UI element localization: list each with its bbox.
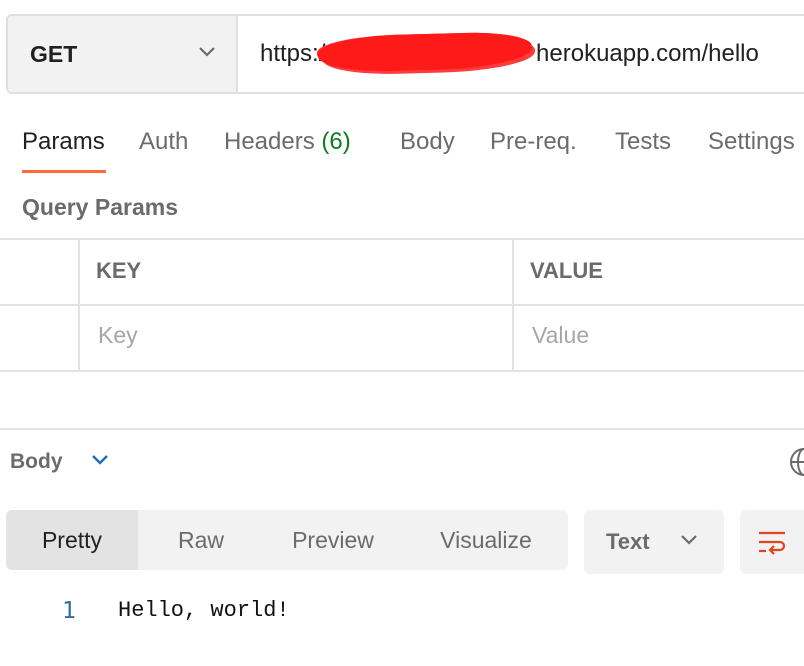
tab-body[interactable]: Body [400, 128, 455, 156]
view-pretty[interactable]: Pretty [6, 510, 138, 570]
tab-pre-request[interactable]: Pre-req. [490, 128, 577, 156]
response-body-label[interactable]: Body [10, 450, 63, 474]
column-header-value: VALUE [530, 258, 603, 283]
redaction-scribble [317, 31, 533, 73]
tab-headers-label: Headers [224, 128, 315, 155]
wrap-lines-icon [756, 526, 788, 563]
tab-headers[interactable]: Headers (6) [224, 128, 351, 156]
tab-auth[interactable]: Auth [139, 128, 188, 156]
chevron-down-icon [198, 45, 216, 63]
wrap-lines-button[interactable] [740, 510, 804, 574]
table-divider-key [78, 238, 80, 372]
url-input[interactable]: https://herokuapp.com/hello [238, 16, 804, 92]
line-number: 1 [62, 598, 76, 624]
response-code-line: Hello, world! [118, 598, 290, 623]
url-text: https://herokuapp.com/hello [260, 31, 759, 73]
view-raw[interactable]: Raw [146, 510, 256, 570]
active-tab-underline [22, 170, 106, 173]
table-border-middle [0, 304, 804, 306]
format-label: Text [606, 529, 650, 554]
value-input[interactable]: Value [532, 322, 589, 349]
key-input[interactable]: Key [98, 322, 138, 349]
table-border-top [0, 238, 804, 240]
globe-icon[interactable] [788, 446, 804, 483]
request-bar: GET https://herokuapp.com/hello [6, 14, 804, 94]
headers-count: (6) [321, 128, 351, 155]
response-divider [0, 428, 804, 430]
table-divider-value [512, 238, 514, 372]
response-view-tabs: Pretty Raw Preview Visualize [6, 510, 568, 570]
column-header-key: KEY [96, 258, 142, 283]
view-preview[interactable]: Preview [268, 510, 398, 570]
method-label: GET [30, 40, 78, 67]
method-select[interactable]: GET [8, 16, 238, 92]
url-suffix: herokuapp.com/hello [536, 40, 759, 67]
tab-params[interactable]: Params [22, 128, 105, 156]
view-visualize[interactable]: Visualize [418, 510, 554, 570]
query-params-title: Query Params [22, 194, 178, 220]
request-tabs: Params Auth Headers (6) Body Pre-req. Te… [0, 118, 804, 178]
chevron-down-icon[interactable] [90, 452, 110, 471]
chevron-down-icon [680, 533, 698, 551]
tab-settings[interactable]: Settings [708, 128, 795, 156]
format-select[interactable]: Text [584, 510, 724, 574]
table-border-bottom [0, 370, 804, 372]
tab-tests[interactable]: Tests [615, 128, 671, 156]
